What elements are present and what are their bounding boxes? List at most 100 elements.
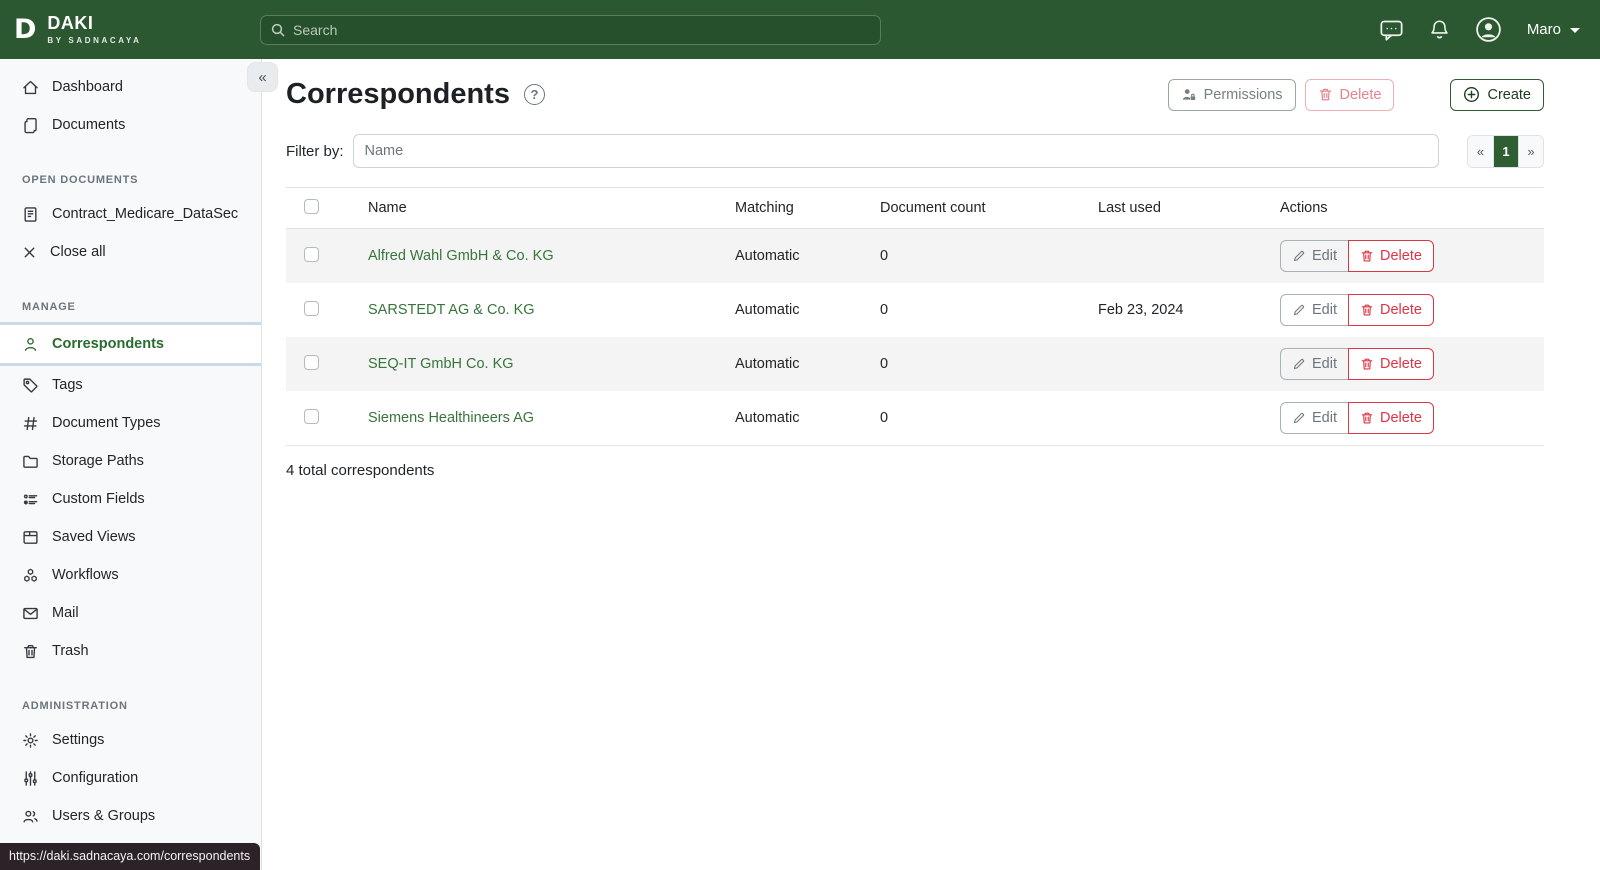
custom-fields-icon [22, 491, 39, 508]
sidebar-item-custom-fields[interactable]: Custom Fields [0, 480, 261, 518]
edit-button[interactable]: Edit [1280, 240, 1349, 272]
app-title: DAKI [47, 14, 141, 34]
sidebar-item-close-all[interactable]: Close all [0, 233, 261, 271]
edit-label: Edit [1312, 356, 1337, 372]
row-checkbox[interactable] [304, 355, 319, 370]
avatar-icon [1475, 16, 1502, 43]
trash-icon [22, 643, 39, 660]
sidebar-item-label: Documents [52, 117, 125, 133]
bulk-delete-label: Delete [1340, 87, 1382, 103]
correspondent-name-link[interactable]: Siemens Healthineers AG [368, 410, 534, 426]
sidebar-item-saved-views[interactable]: Saved Views [0, 518, 261, 556]
edit-label: Edit [1312, 410, 1337, 426]
sidebar-item-open-document[interactable]: Contract_Medicare_DataSec [0, 195, 261, 233]
gear-icon [22, 732, 39, 749]
sidebar-item-dashboard[interactable]: Dashboard [0, 68, 261, 106]
table-row: Siemens Healthineers AG Automatic 0 Edit… [286, 391, 1544, 445]
delete-button[interactable]: Delete [1348, 402, 1434, 434]
pencil-icon [1292, 303, 1306, 317]
edit-button[interactable]: Edit [1280, 294, 1349, 326]
matching-value: Automatic [735, 410, 880, 426]
permissions-label: Permissions [1204, 87, 1283, 103]
edit-button[interactable]: Edit [1280, 402, 1349, 434]
sidebar-item-tags[interactable]: Tags [0, 366, 261, 404]
document-count-value: 0 [880, 356, 1098, 372]
bulk-delete-button[interactable]: Delete [1305, 79, 1395, 111]
sidebar-item-label: Saved Views [52, 529, 136, 545]
delete-label: Delete [1380, 248, 1422, 264]
sidebar: Dashboard Documents OPEN DOCUMENTS Contr… [0, 59, 262, 870]
edit-label: Edit [1312, 248, 1337, 264]
sidebar-item-storage-paths[interactable]: Storage Paths [0, 442, 261, 480]
file-text-icon [22, 206, 39, 223]
delete-button[interactable]: Delete [1348, 348, 1434, 380]
permissions-icon [1181, 87, 1197, 103]
sidebar-item-configuration[interactable]: Configuration [0, 759, 261, 797]
trash-icon [1360, 357, 1374, 371]
pagination: « 1 » [1467, 135, 1544, 168]
close-icon [22, 245, 37, 260]
table-row: Alfred Wahl GmbH & Co. KG Automatic 0 Ed… [286, 229, 1544, 283]
notifications-button[interactable] [1429, 18, 1450, 41]
help-button[interactable]: ? [524, 84, 545, 105]
create-button[interactable]: Create [1450, 79, 1544, 111]
trash-icon [1360, 303, 1374, 317]
sidebar-item-label: Dashboard [52, 79, 123, 95]
row-checkbox[interactable] [304, 301, 319, 316]
sidebar-item-correspondents[interactable]: Correspondents [0, 322, 261, 366]
pagination-page-1[interactable]: 1 [1493, 136, 1518, 167]
row-checkbox[interactable] [304, 247, 319, 262]
user-menu[interactable]: Maro [1527, 21, 1580, 38]
sidebar-collapse-button[interactable]: « [247, 62, 278, 92]
correspondent-name-link[interactable]: SEQ-IT GmbH Co. KG [368, 356, 514, 372]
correspondent-name-link[interactable]: Alfred Wahl GmbH & Co. KG [368, 248, 554, 264]
sidebar-item-settings[interactable]: Settings [0, 721, 261, 759]
person-icon [22, 336, 39, 353]
filter-name-input[interactable] [353, 134, 1439, 168]
sidebar-item-documents[interactable]: Documents [0, 106, 261, 144]
sidebar-section-open-documents: OPEN DOCUMENTS [0, 174, 261, 186]
correspondent-name-link[interactable]: SARSTEDT AG & Co. KG [368, 302, 535, 318]
pencil-icon [1292, 357, 1306, 371]
app-logo[interactable]: D DAKI BY SADNACAYA [14, 14, 260, 45]
table-row: SARSTEDT AG & Co. KG Automatic 0 Feb 23,… [286, 283, 1544, 337]
pagination-prev[interactable]: « [1468, 136, 1493, 167]
account-button[interactable] [1475, 16, 1502, 43]
plus-circle-icon [1463, 86, 1480, 103]
permissions-button[interactable]: Permissions [1168, 79, 1296, 111]
sidebar-item-label: Correspondents [52, 336, 164, 352]
column-header-last-used: Last used [1098, 200, 1280, 216]
sidebar-item-trash[interactable]: Trash [0, 632, 261, 670]
delete-button[interactable]: Delete [1348, 294, 1434, 326]
edit-button[interactable]: Edit [1280, 348, 1349, 380]
chat-button[interactable] [1379, 18, 1404, 42]
chat-icon [1379, 18, 1404, 42]
filter-label: Filter by: [286, 143, 344, 160]
sidebar-item-label: Settings [52, 732, 104, 748]
sidebar-item-document-types[interactable]: Document Types [0, 404, 261, 442]
users-icon [22, 808, 39, 825]
delete-label: Delete [1380, 410, 1422, 426]
sidebar-item-mail[interactable]: Mail [0, 594, 261, 632]
user-name: Maro [1527, 21, 1561, 38]
chevron-double-left-icon: « [258, 70, 266, 85]
sidebar-item-label: Workflows [52, 567, 119, 583]
sidebar-item-label: Document Types [52, 415, 161, 431]
sidebar-item-users-groups[interactable]: Users & Groups [0, 797, 261, 835]
sidebar-item-label: Storage Paths [52, 453, 144, 469]
last-used-value: Feb 23, 2024 [1098, 302, 1280, 318]
pagination-next[interactable]: » [1518, 136, 1543, 167]
create-label: Create [1487, 87, 1531, 103]
sidebar-item-workflows[interactable]: Workflows [0, 556, 261, 594]
sliders-icon [22, 770, 39, 787]
sidebar-item-label: Tags [52, 377, 83, 393]
matching-value: Automatic [735, 302, 880, 318]
row-checkbox[interactable] [304, 409, 319, 424]
sidebar-section-administration: ADMINISTRATION [0, 700, 261, 712]
sidebar-section-manage: MANAGE [0, 301, 261, 313]
delete-button[interactable]: Delete [1348, 240, 1434, 272]
select-all-checkbox[interactable] [304, 199, 319, 214]
status-url: https://daki.sadnacaya.com/correspondent… [0, 843, 260, 870]
search-input[interactable] [260, 15, 881, 45]
home-icon [22, 79, 39, 96]
